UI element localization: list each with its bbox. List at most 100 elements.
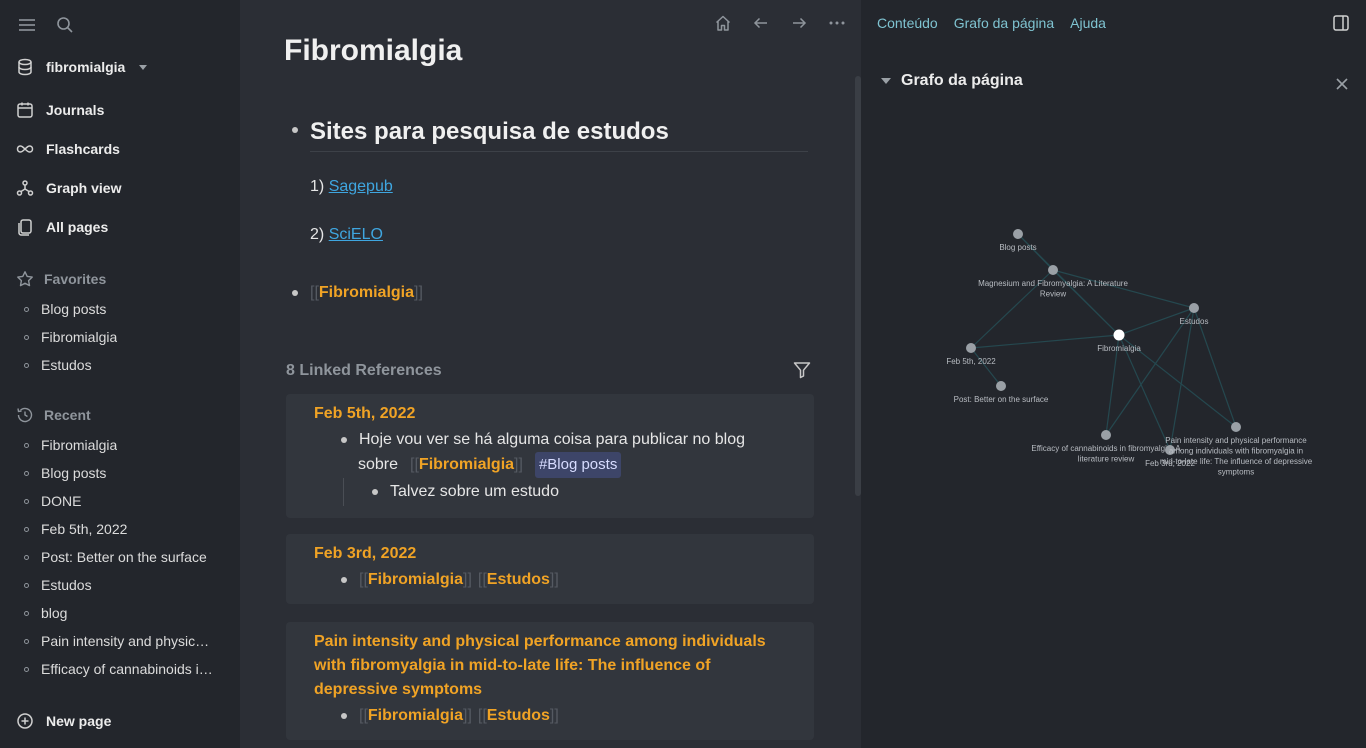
bullet	[24, 554, 29, 560]
linked-references-title[interactable]: 8 Linked References	[286, 362, 442, 380]
recent-item[interactable]: Estudos	[24, 573, 224, 597]
recent-item[interactable]: Blog posts	[24, 461, 224, 485]
bullet	[24, 470, 29, 476]
list-number: 2)	[310, 226, 325, 243]
nav-graph-view[interactable]: Graph view	[16, 175, 226, 201]
bullet	[24, 498, 29, 504]
block-text[interactable]: Hoje vou ver se há alguma coisa para pub…	[359, 428, 745, 452]
favorite-item[interactable]: Fibromialgia	[24, 325, 224, 349]
page-graph-canvas[interactable]: Blog posts Magnesium and Fibromyalgia: A …	[861, 0, 1366, 748]
chevron-down-icon	[139, 64, 148, 70]
arrow-left-icon[interactable]	[752, 14, 770, 32]
nav-journals[interactable]: Journals	[16, 97, 226, 123]
block-text[interactable]: sobre	[358, 453, 398, 477]
filter-icon[interactable]	[792, 360, 812, 380]
main-content: Fibromialgia Sites para pesquisa de estu…	[240, 0, 860, 748]
block-text[interactable]: Talvez sobre um estudo	[390, 480, 559, 504]
bullet	[24, 334, 29, 340]
graph-node-dot[interactable]	[1231, 422, 1241, 432]
graph-node-dot[interactable]	[1101, 430, 1111, 440]
calendar-icon	[16, 101, 34, 119]
graph-node-dot[interactable]	[1113, 329, 1125, 341]
graph-node-dot[interactable]	[1189, 303, 1199, 313]
recent-header[interactable]: Recent	[16, 403, 91, 427]
history-icon	[16, 406, 34, 424]
recent-item[interactable]: Efficacy of cannabinoids i…	[24, 657, 224, 681]
reference-block: [[Fibromialgia]] [[Estudos]]	[341, 704, 559, 728]
card-title-link[interactable]: with fibromyalgia in mid-to-late life: T…	[314, 654, 710, 678]
bullet	[24, 666, 29, 672]
new-page-button[interactable]: New page	[16, 708, 111, 734]
bracket: [[	[359, 707, 368, 724]
right-sidebar: Conteúdo Grafo da página Ajuda Grafo da …	[861, 0, 1366, 748]
link-sagepub[interactable]: Sagepub	[329, 178, 393, 195]
recent-label: Blog posts	[41, 465, 107, 481]
nav-all-pages[interactable]: All pages	[16, 214, 226, 240]
recent-item[interactable]: Feb 5th, 2022	[24, 517, 224, 541]
card-title-link[interactable]: Pain intensity and physical performance …	[314, 630, 766, 654]
graph-node-label: Post: Better on the surface	[954, 395, 1049, 404]
page-ref-link[interactable]: Estudos	[487, 707, 550, 724]
tag-link[interactable]: #Blog posts	[534, 452, 622, 478]
graph-selector[interactable]: fibromialgia	[16, 56, 148, 78]
favorite-item[interactable]: Blog posts	[24, 297, 224, 321]
home-icon[interactable]	[714, 14, 732, 32]
favorite-item[interactable]: Estudos	[24, 353, 224, 377]
reference-card: Pain intensity and physical performance …	[286, 622, 814, 740]
graph-node-label: Estudos	[1180, 317, 1209, 326]
block-bullet[interactable]	[341, 577, 347, 583]
recent-item[interactable]: Pain intensity and physic…	[24, 629, 224, 653]
card-title-link[interactable]: Feb 3rd, 2022	[314, 542, 416, 566]
bullet	[24, 582, 29, 588]
block-bullet[interactable]	[341, 713, 347, 719]
recent-label: Pain intensity and physic…	[41, 633, 210, 649]
recent-item[interactable]: Fibromialgia	[24, 433, 224, 457]
recent-label: DONE	[41, 493, 82, 509]
block-heading[interactable]: Sites para pesquisa de estudos	[310, 118, 669, 146]
favorites-header[interactable]: Favorites	[16, 267, 106, 291]
search-icon[interactable]	[56, 16, 74, 34]
graph-node-dot[interactable]	[1048, 265, 1058, 275]
card-title-link[interactable]: Feb 5th, 2022	[314, 402, 415, 426]
child-block: Talvez sobre um estudo	[372, 480, 559, 504]
graph-node-mag[interactable]: Magnesium and Fibromyalgia: A Literature…	[978, 265, 1128, 299]
block-bullet[interactable]	[292, 290, 298, 296]
page-title: Fibromialgia	[284, 34, 463, 67]
recent-item[interactable]: blog	[24, 601, 224, 625]
recent-label: Efficacy of cannabinoids i…	[41, 661, 213, 677]
block-bullet[interactable]	[341, 437, 347, 443]
nav-label: Flashcards	[46, 141, 120, 157]
reference-block: Hoje vou ver se há alguma coisa para pub…	[341, 428, 745, 452]
recent-item[interactable]: DONE	[24, 489, 224, 513]
block-bullet[interactable]	[372, 489, 378, 495]
bullet	[24, 362, 29, 368]
arrow-right-icon[interactable]	[790, 14, 808, 32]
menu-icon[interactable]	[18, 17, 36, 33]
favorite-label: Estudos	[41, 357, 92, 373]
bullet	[24, 610, 29, 616]
graph-node-dot[interactable]	[966, 343, 976, 353]
graph-node-blog[interactable]: Blog posts	[999, 229, 1037, 252]
page-ref-link[interactable]: Estudos	[487, 571, 550, 588]
graph-node-post[interactable]: Post: Better on the surface	[954, 381, 1049, 404]
more-icon[interactable]	[828, 14, 846, 32]
graph-node-pain[interactable]: Pain intensity and physical performance a…	[1160, 422, 1313, 477]
graph-node-label: mid-to-late life: The influence of depre…	[1160, 457, 1313, 466]
card-title-link[interactable]: depressive symptoms	[314, 678, 482, 702]
graph-node-fib[interactable]: Fibromialgia	[1097, 329, 1141, 354]
nav-flashcards[interactable]: Flashcards	[16, 136, 226, 162]
graph-node-dot[interactable]	[996, 381, 1006, 391]
bracket: ]]	[514, 456, 523, 473]
graph-node-est[interactable]: Estudos	[1180, 303, 1209, 326]
page-ref-link[interactable]: Fibromialgia	[368, 571, 463, 588]
block-bullet[interactable]	[292, 127, 298, 133]
reference-card: Feb 5th, 2022 Hoje vou ver se há alguma …	[286, 394, 814, 518]
page-ref-link[interactable]: Fibromialgia	[368, 707, 463, 724]
main-toolbar	[714, 14, 846, 32]
link-scielo[interactable]: SciELO	[329, 226, 383, 243]
page-ref-link[interactable]: Fibromialgia	[419, 456, 514, 473]
graph-node-dot[interactable]	[1013, 229, 1023, 239]
recent-item[interactable]: Post: Better on the surface	[24, 545, 224, 569]
recent-label: Feb 5th, 2022	[41, 521, 128, 537]
page-ref-link[interactable]: Fibromialgia	[319, 284, 414, 301]
